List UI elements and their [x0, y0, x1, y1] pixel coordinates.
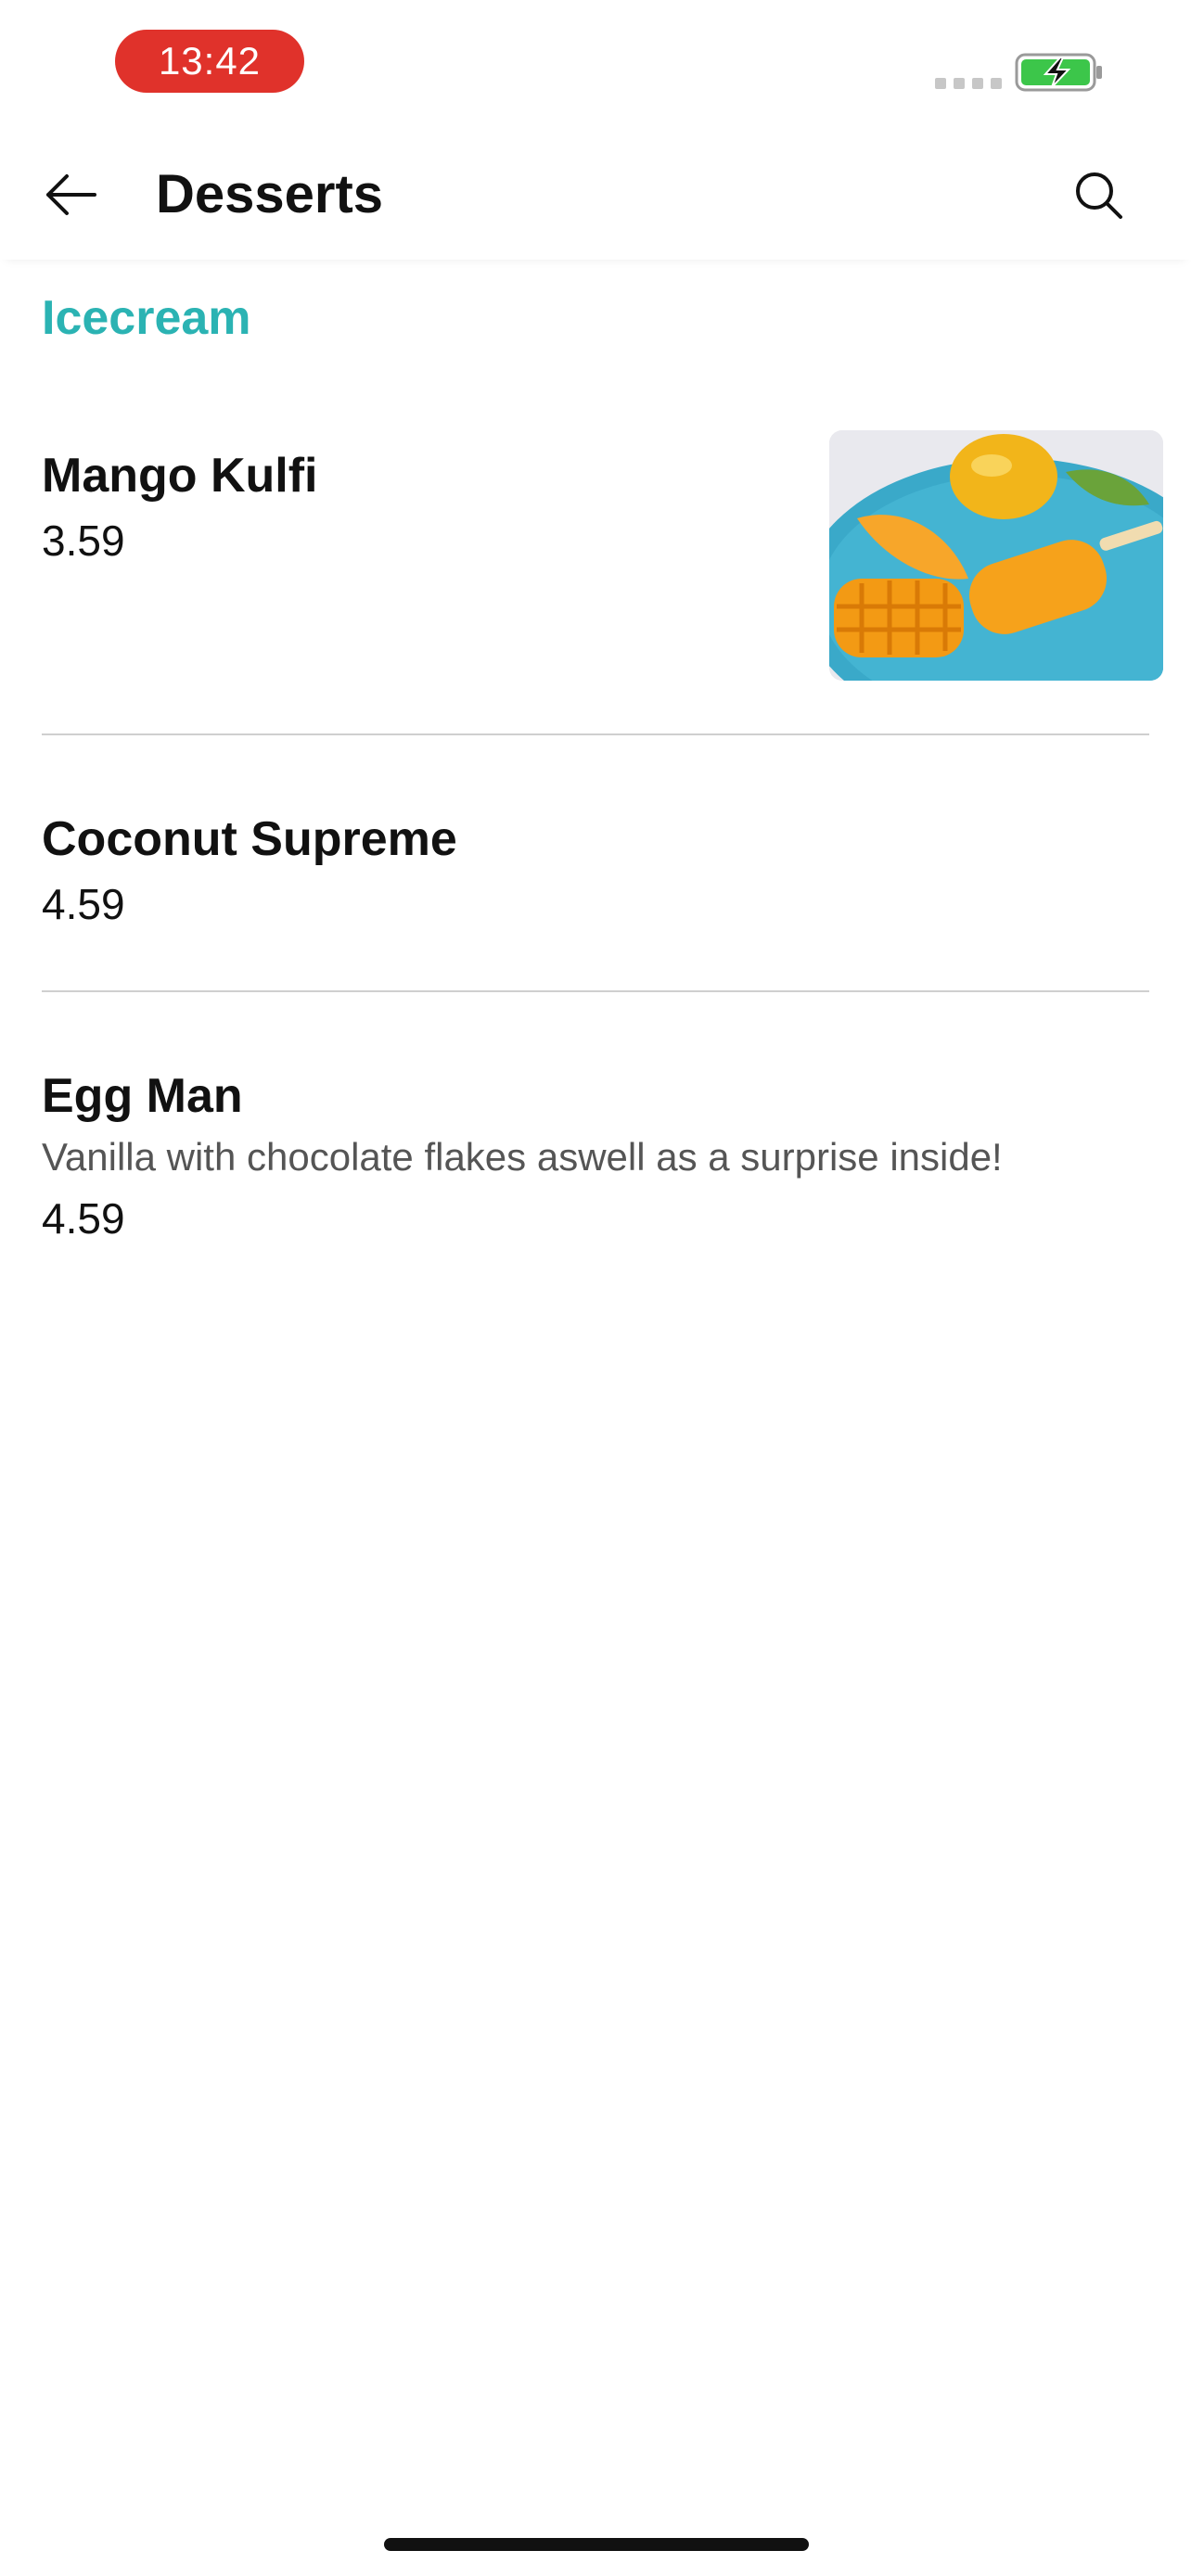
- item-name: Coconut Supreme: [42, 812, 457, 866]
- page-title: Desserts: [156, 164, 384, 224]
- nav-bar: Desserts: [0, 121, 1191, 260]
- search-button[interactable]: [1061, 158, 1135, 232]
- home-indicator[interactable]: [384, 2538, 809, 2551]
- divider: [42, 733, 1149, 735]
- section-heading: Icecream: [42, 291, 251, 345]
- search-icon: [1076, 172, 1122, 219]
- divider: [42, 990, 1149, 992]
- status-bar: 13:42: [0, 0, 1191, 121]
- back-button[interactable]: [33, 158, 108, 232]
- status-time: 13:42: [115, 30, 304, 93]
- signal-dots-icon: [935, 78, 1002, 89]
- menu-item-egg-man[interactable]: Egg Man Vanilla with chocolate flakes as…: [42, 1064, 1149, 1251]
- item-name: Egg Man: [42, 1069, 243, 1123]
- item-price: 4.59: [42, 1194, 125, 1243]
- item-price: 4.59: [42, 880, 125, 928]
- menu-item-coconut-supreme[interactable]: Coconut Supreme 4.59: [42, 807, 1149, 937]
- battery-charging-icon: [1015, 53, 1102, 92]
- mango-kulfi-photo[interactable]: [829, 430, 1163, 681]
- arrow-left-icon: [46, 174, 96, 215]
- item-description: Vanilla with chocolate flakes aswell as …: [42, 1135, 1003, 1179]
